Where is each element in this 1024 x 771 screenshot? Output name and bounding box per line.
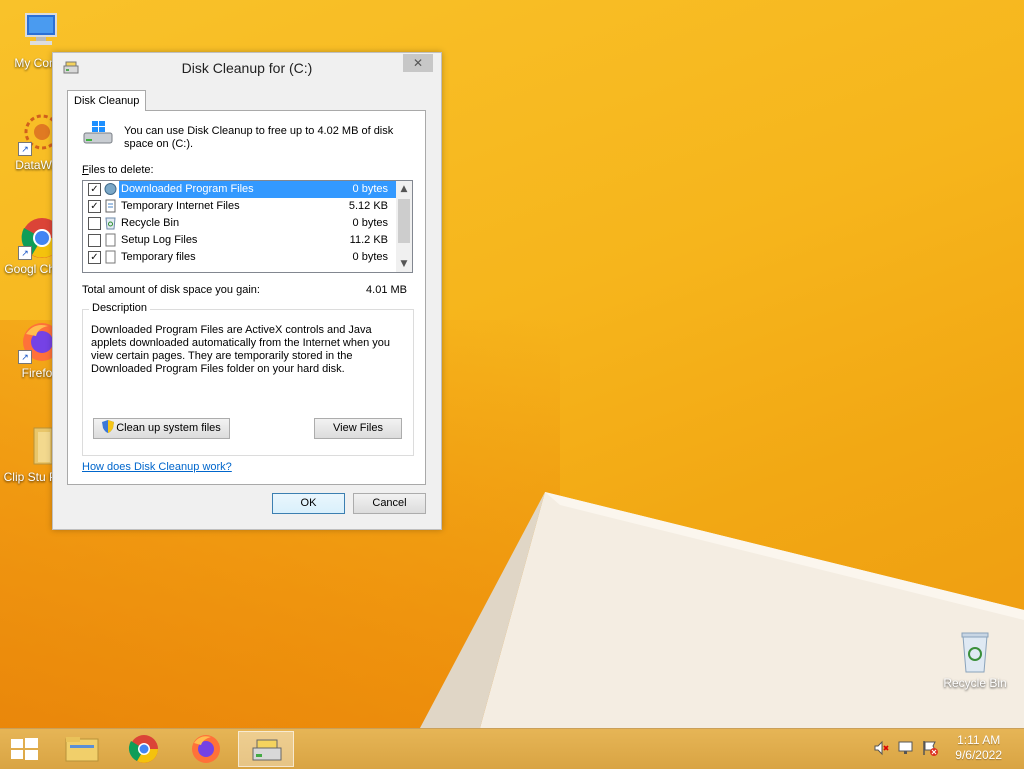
desktop-icon-recycle-bin[interactable]: Recycle Bin [935, 630, 1015, 690]
tab-panel: You can use Disk Cleanup to free up to 4… [67, 110, 426, 485]
list-item[interactable]: Recycle Bin 0 bytes [83, 215, 396, 232]
file-name: Recycle Bin [121, 217, 180, 229]
taskbar-firefox[interactable] [178, 731, 234, 767]
taskbar-file-explorer[interactable] [54, 731, 110, 767]
document-icon [105, 199, 116, 213]
checkbox[interactable]: ✓ [88, 251, 101, 264]
checkbox[interactable]: ✓ [88, 183, 101, 196]
close-button[interactable]: ✕ [403, 54, 433, 72]
recycle-bin-icon [105, 217, 116, 230]
list-item[interactable]: Setup Log Files 11.2 KB [83, 232, 396, 249]
desktop-icon-label: Recycle Bin [943, 676, 1007, 690]
scroll-thumb[interactable] [398, 199, 410, 243]
window-title: Disk Cleanup for (C:) [181, 60, 313, 76]
file-size: 11.2 KB [349, 234, 388, 246]
file-name: Setup Log Files [121, 234, 198, 246]
checkbox[interactable]: ✓ [88, 200, 101, 213]
chrome-icon [128, 735, 158, 763]
file-size: 5.12 KB [348, 200, 388, 212]
clock-date: 9/6/2022 [955, 748, 1002, 762]
recycle-bin-icon [953, 630, 997, 674]
taskbar-clock[interactable]: 1:11 AM 9/6/2022 [955, 733, 1002, 763]
checkbox[interactable] [88, 234, 101, 247]
uac-shield-icon [102, 420, 115, 433]
ok-button[interactable]: OK [272, 493, 345, 514]
intro-text: You can use Disk Cleanup to free up to 4… [124, 125, 394, 150]
file-size: 0 bytes [352, 251, 388, 263]
list-item[interactable]: ✓ Temporary Internet Files 5.12 KB [83, 198, 396, 215]
clean-up-system-files-label: Clean up system files [116, 422, 221, 434]
clean-up-system-files-button[interactable]: Clean up system files [93, 418, 230, 439]
description-group: Description Downloaded Program Files are… [82, 302, 414, 456]
description-text: Downloaded Program Files are ActiveX con… [91, 324, 391, 375]
total-space-label: Total amount of disk space you gain: [82, 284, 260, 296]
file-icon [105, 250, 116, 264]
shortcut-arrow-icon: ↗ [18, 246, 32, 260]
network-icon[interactable] [897, 739, 915, 757]
folder-icon [65, 737, 99, 762]
help-link[interactable]: How does Disk Cleanup work? [82, 461, 232, 473]
windows-start-icon[interactable] [8, 735, 40, 763]
title-bar[interactable]: Disk Cleanup for (C:) ✕ [53, 53, 441, 83]
tab-disk-cleanup[interactable]: Disk Cleanup [67, 90, 147, 111]
files-to-delete-label: Files to delete: [82, 164, 154, 176]
files-list[interactable]: ✓ Downloaded Program Files 0 bytes ✓ Tem… [82, 180, 413, 273]
clock-time: 1:11 AM [957, 733, 1001, 747]
disk-cleanup-icon [252, 739, 282, 761]
shortcut-arrow-icon: ↗ [18, 350, 32, 364]
list-item[interactable]: ✓ Downloaded Program Files 0 bytes [83, 181, 396, 198]
shortcut-arrow-icon: ↗ [18, 142, 32, 156]
action-center-flag-icon[interactable] [921, 739, 939, 757]
checkbox[interactable] [88, 217, 101, 230]
cancel-button[interactable]: Cancel [353, 493, 426, 514]
volume-muted-icon[interactable] [872, 739, 890, 757]
file-size: 0 bytes [352, 217, 388, 229]
list-item[interactable]: ✓ Temporary files 0 bytes [83, 249, 396, 266]
firefox-icon [192, 735, 220, 763]
file-name: Temporary Internet Files [121, 200, 240, 212]
files-label-text: iles to delete: [88, 164, 154, 176]
description-legend: Description [89, 302, 151, 314]
disk-cleanup-window: Disk Cleanup for (C:) ✕ Disk Cleanup You… [52, 52, 442, 530]
scroll-down-icon[interactable]: ▼ [396, 256, 412, 272]
taskbar-disk-cleanup[interactable] [238, 731, 294, 767]
view-files-button[interactable]: View Files [314, 418, 402, 439]
taskbar: 1:11 AM 9/6/2022 [0, 728, 1024, 769]
file-name: Temporary files [121, 251, 196, 263]
list-scrollbar[interactable]: ▲ ▼ [396, 181, 412, 272]
total-space-value: 4.01 MB [366, 284, 407, 296]
drive-icon [83, 121, 113, 144]
file-name: Downloaded Program Files [121, 183, 254, 195]
file-size: 0 bytes [352, 183, 388, 195]
globe-icon [104, 183, 117, 195]
scroll-up-icon[interactable]: ▲ [396, 181, 412, 197]
file-icon [105, 233, 116, 247]
taskbar-chrome[interactable] [116, 731, 172, 767]
files-label-accesskey: F [82, 164, 89, 176]
computer-icon [18, 10, 62, 54]
